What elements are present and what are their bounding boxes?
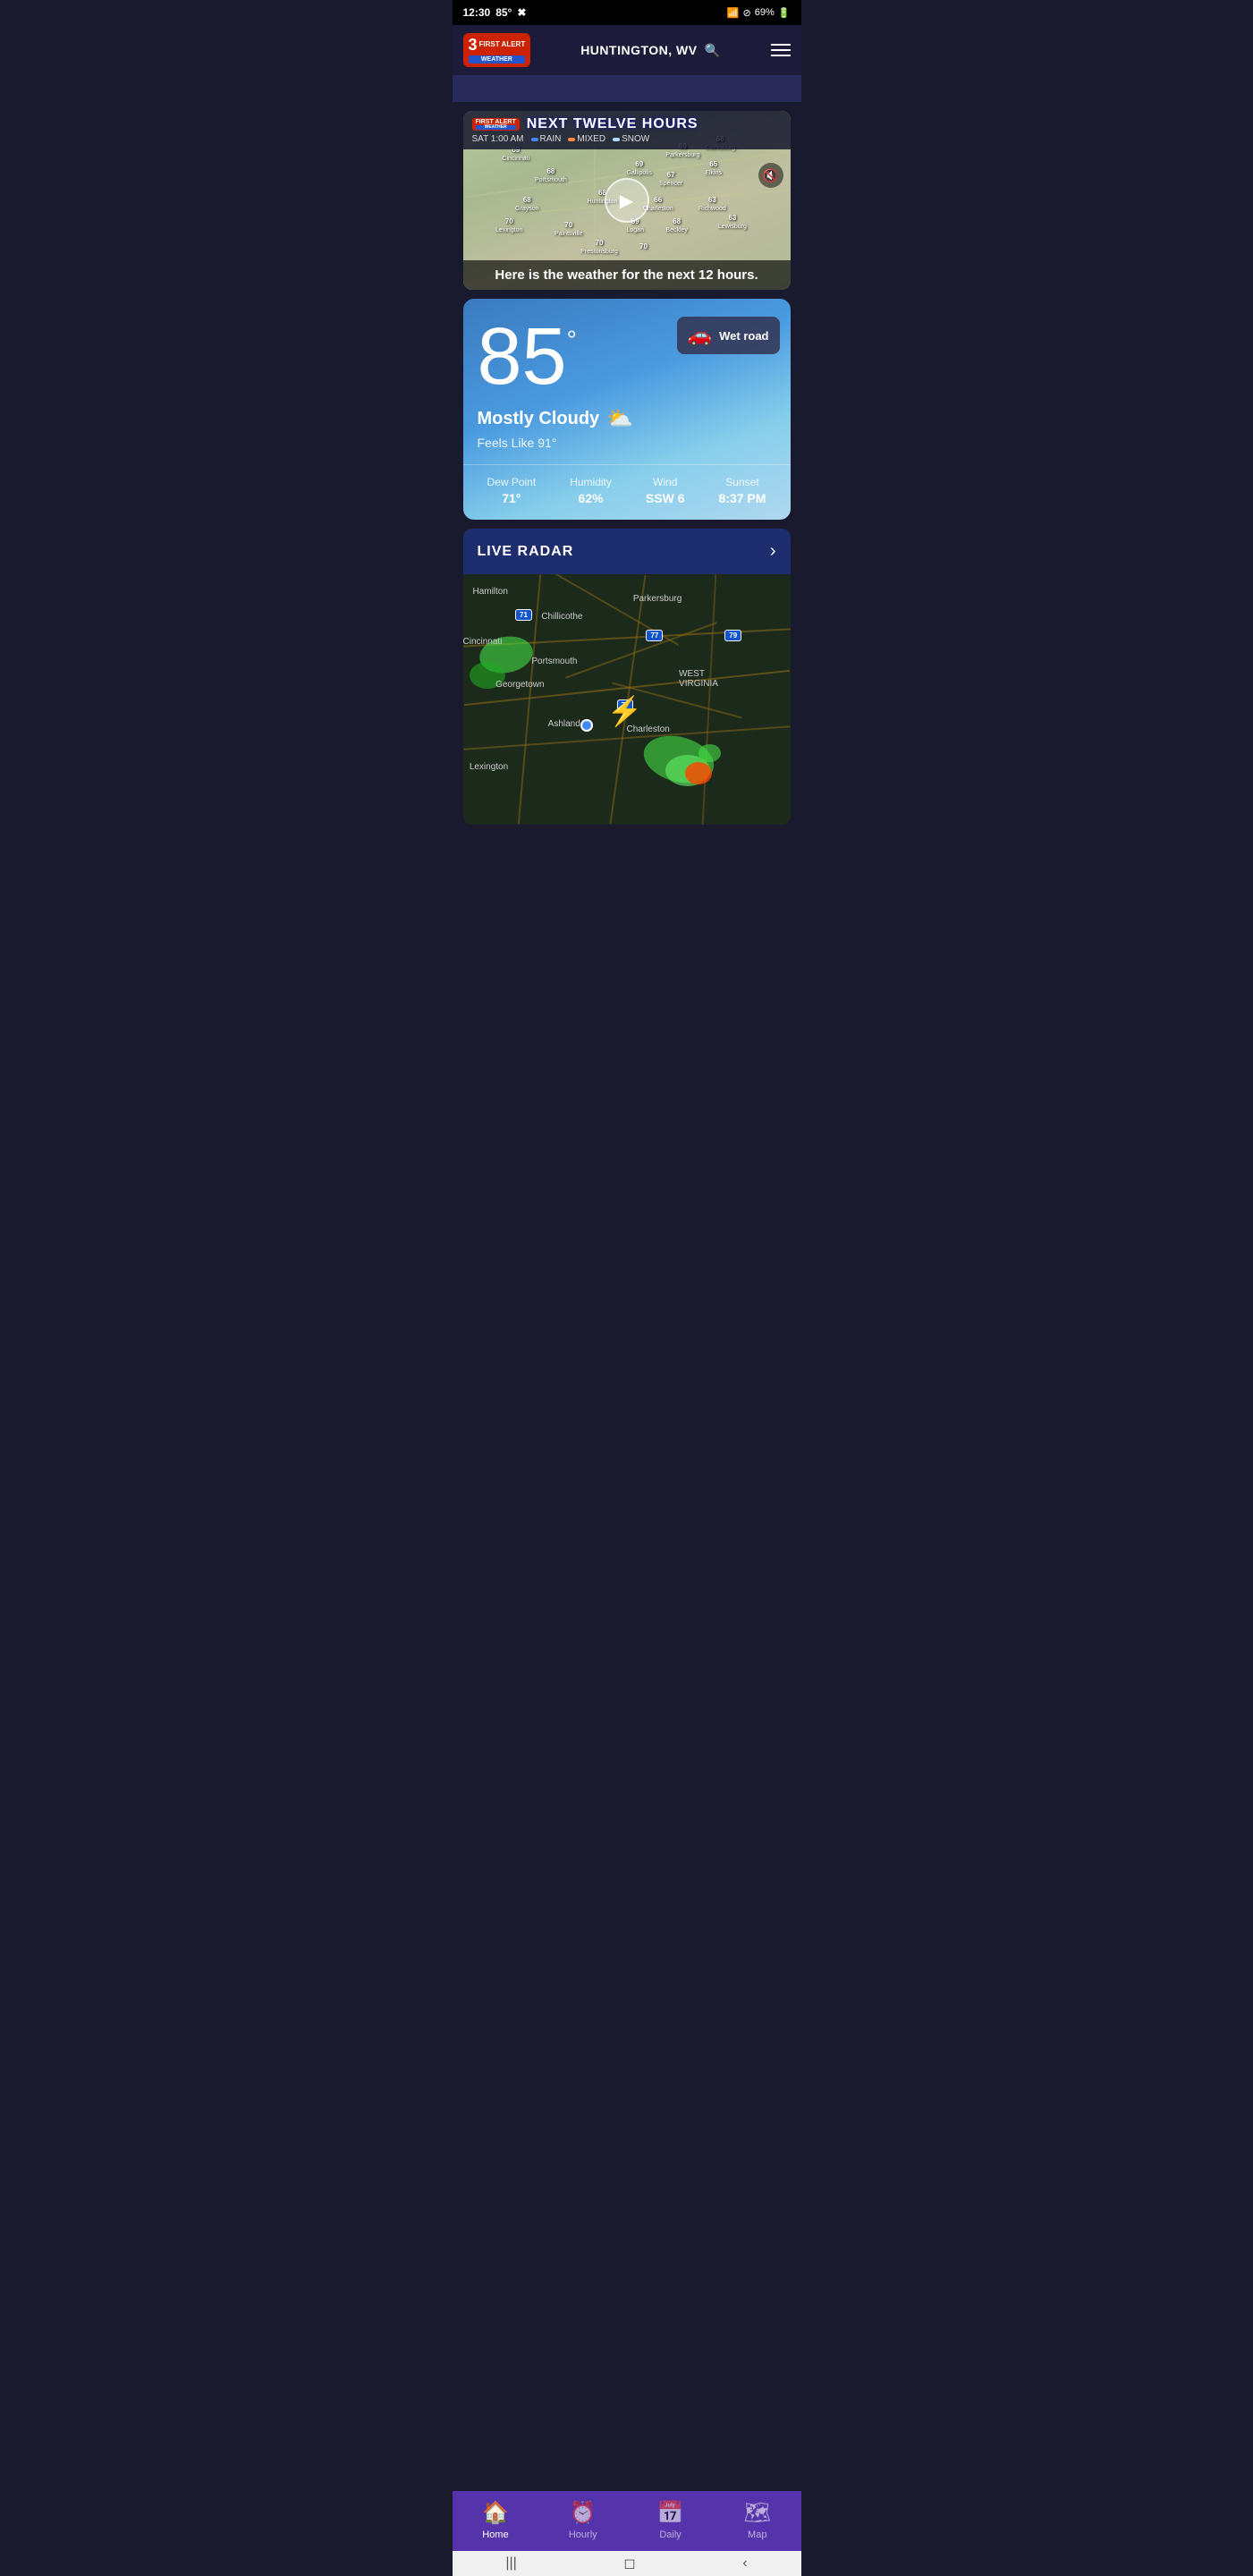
recent-apps-button[interactable]: ||| [505,2555,516,2572]
condition-icon: ⛅ [606,406,633,432]
humidity-label: Humidity [570,476,612,488]
wifi-icon: 📶 [727,7,740,19]
radar-background: Hamilton Cincinnati Georgetown Lexington… [463,574,791,825]
radar-title: LIVE RADAR [478,544,574,560]
home-label: Home [482,2529,508,2540]
temperature-value: 85 [478,317,567,397]
wind-label: Wind [646,476,685,488]
status-app-icon: ✖ [517,6,526,19]
hourly-icon: ⏰ [570,2500,597,2526]
radar-city-chillicothe: Chillicothe [541,612,582,622]
system-nav-bar: ||| ◻ ‹ [453,2551,801,2576]
map-icon: 🗺 [744,2500,771,2526]
home-button[interactable]: ◻ [623,2555,635,2572]
status-bar: 12:30 85° ✖ 📶 ⊘ 69% 🔋 [453,0,801,25]
interstate-71: 71 [515,609,532,621]
radar-city-lexington: Lexington [470,762,508,772]
map-label: Map [748,2529,766,2540]
wind-stat: Wind SSW 6 [646,476,685,505]
condition-row: Mostly Cloudy ⛅ [478,406,776,432]
video-thumbnail: 69Cincinnati 68Portsmouth 68Grayson 70Le… [463,111,791,290]
radar-city-cincinnati: Cincinnati [463,637,503,647]
logo-number: 3 [469,37,478,55]
feels-like: Feels Like 91° [478,436,776,450]
dew-point-stat: Dew Point 71° [487,476,537,505]
city-label: HUNTINGTON, WV [580,43,697,57]
logo-weather: WEATHER [469,55,526,64]
search-icon[interactable]: 🔍 [705,43,721,58]
wind-value: SSW 6 [646,491,685,505]
wet-road-badge: 🚗 Wet road [677,317,780,354]
video-subtitle: SAT 1:00 AM RAIN MIXED SNOW [472,134,782,144]
degree-symbol: ° [567,326,577,354]
scroll-content: 69Cincinnati 68Portsmouth 68Grayson 70Le… [453,111,801,923]
video-title: NEXT TWELVE HOURS [527,116,698,132]
nav-map[interactable]: 🗺 Map [744,2500,771,2540]
sunset-label: Sunset [719,476,766,488]
interstate-77-north: 77 [646,630,663,641]
menu-button[interactable] [771,44,791,56]
wet-road-icon: 🚗 [688,324,712,347]
radar-city-portsmouth: Portsmouth [531,657,577,666]
dew-point-label: Dew Point [487,476,537,488]
location-dot [580,719,593,732]
hourly-label: Hourly [569,2529,597,2540]
mute-button[interactable]: 🔇 [758,163,783,188]
logo-first-alert: FIRST ALERT [479,41,526,49]
battery-icon: 🔋 [778,7,791,19]
radar-map[interactable]: Hamilton Cincinnati Georgetown Lexington… [463,574,791,825]
radar-city-ashland: Ashland [548,719,580,729]
nav-hourly[interactable]: ⏰ Hourly [569,2500,597,2540]
status-temp: 85° [495,6,512,19]
bottom-nav: 🏠 Home ⏰ Hourly 📅 Daily 🗺 Map [453,2491,801,2551]
status-time: 12:30 [463,6,491,19]
app-logo: 3 FIRST ALERT WEATHER [463,33,531,67]
video-caption: Here is the weather for the next 12 hour… [463,260,791,290]
dnd-icon: ⊘ [743,7,751,19]
lightning-icon: ⚡ [607,694,643,728]
dew-point-value: 71° [487,491,537,505]
radar-city-wv: WESTVIRGINIA [679,669,718,689]
radar-header[interactable]: LIVE RADAR › [463,529,791,574]
back-button[interactable]: ‹ [742,2555,747,2572]
daily-label: Daily [659,2529,681,2540]
sunset-stat: Sunset 8:37 PM [719,476,766,505]
play-icon: ▶ [620,190,633,212]
weather-main: 85 ° 🚗 Wet road [463,299,791,406]
play-button[interactable]: ▶ [605,178,649,223]
wet-road-label: Wet road [719,329,768,343]
mute-icon: 🔇 [763,168,778,183]
radar-section: LIVE RADAR › [463,529,791,825]
condition-label: Mostly Cloudy [478,409,600,429]
video-logo: FIRST ALERT WEATHER [472,118,520,131]
app-header: 3 FIRST ALERT WEATHER HUNTINGTON, WV 🔍 [453,25,801,75]
nav-daily[interactable]: 📅 Daily [657,2500,684,2540]
home-icon: 🏠 [482,2500,509,2526]
radar-city-hamilton: Hamilton [472,587,507,597]
video-card[interactable]: 69Cincinnati 68Portsmouth 68Grayson 70Le… [463,111,791,290]
weather-stats: Dew Point 71° Humidity 62% Wind SSW 6 Su… [463,464,791,520]
nav-home[interactable]: 🏠 Home [482,2500,509,2540]
interstate-79: 79 [724,630,741,641]
daily-icon: 📅 [657,2500,684,2526]
radar-city-parkersburg: Parkersburg [633,594,682,604]
weather-card: 85 ° 🚗 Wet road Mostly Cloudy ⛅ Feels Li… [463,299,791,520]
ad-banner [453,75,801,102]
radar-arrow: › [770,541,776,562]
battery-percent: 69% [755,7,775,18]
status-left: 12:30 85° ✖ [463,6,527,19]
video-overlay-top: FIRST ALERT WEATHER NEXT TWELVE HOURS SA… [463,111,791,149]
header-city: HUNTINGTON, WV 🔍 [580,43,720,58]
sunset-value: 8:37 PM [719,491,766,505]
weather-description: Mostly Cloudy ⛅ Feels Like 91° [463,406,791,459]
humidity-stat: Humidity 62% [570,476,612,505]
radar-city-georgetown: Georgetown [495,680,544,690]
humidity-value: 62% [570,491,612,505]
status-right: 📶 ⊘ 69% 🔋 [727,7,791,19]
